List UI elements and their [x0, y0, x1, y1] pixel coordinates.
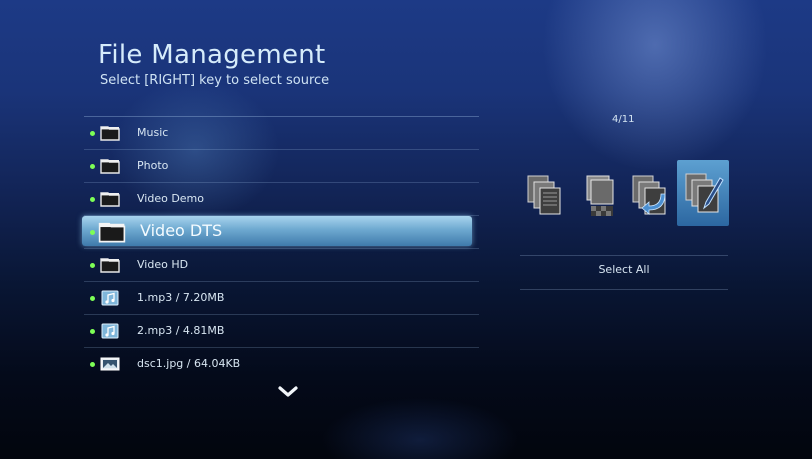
list-item-2-mp3[interactable]: 2.mp3 / 4.81MB: [84, 314, 479, 347]
file-list: Music Photo Video Demo Video DTS Video H…: [82, 116, 479, 380]
music-file-icon: [101, 290, 119, 306]
list-item-music[interactable]: Music: [84, 116, 479, 149]
list-item-dsc1-jpg[interactable]: dsc1.jpg / 64.04KB: [84, 347, 479, 380]
bullet-icon: [90, 131, 95, 136]
list-item-label: Video DTS: [140, 221, 223, 240]
page-counter: 4/11: [612, 114, 635, 125]
bullet-icon: [90, 296, 95, 301]
music-file-icon: [101, 323, 119, 339]
select-all-option[interactable]: Select All: [520, 263, 728, 276]
bullet-icon: [90, 197, 95, 202]
folder-icon: [100, 159, 120, 174]
bullet-icon: [90, 329, 95, 334]
image-file-icon: [100, 357, 120, 371]
copy-button[interactable]: [520, 160, 570, 226]
divider: [520, 289, 728, 290]
copy-icon: [527, 175, 561, 215]
page-subtitle: Select [RIGHT] key to select source: [100, 73, 330, 88]
list-item-label: Photo: [137, 159, 169, 172]
list-item-label: Music: [137, 126, 169, 139]
bullet-icon: [90, 362, 95, 367]
delete-icon: [586, 175, 614, 216]
file-management-screen: { "header": { "title": "File Management"…: [0, 0, 812, 459]
list-item-label: Video HD: [137, 258, 189, 271]
list-item-label: 2.mp3 / 4.81MB: [137, 324, 225, 337]
folder-icon: [100, 258, 120, 273]
divider: [520, 255, 728, 256]
folder-icon: [100, 126, 120, 141]
list-item-label: Video Demo: [137, 192, 204, 205]
move-button[interactable]: [625, 160, 675, 226]
list-item-label: dsc1.jpg / 64.04KB: [137, 357, 241, 370]
list-item-video-demo[interactable]: Video Demo: [84, 182, 479, 215]
chevron-down-icon[interactable]: [277, 385, 299, 399]
bullet-icon: [90, 230, 95, 235]
list-item-label: 1.mp3 / 7.20MB: [137, 291, 225, 304]
page-title: File Management: [98, 40, 326, 70]
list-item-video-hd[interactable]: Video HD: [84, 248, 479, 281]
folder-icon: [100, 192, 120, 207]
move-icon: [632, 175, 666, 215]
folder-icon: [98, 222, 126, 243]
list-item-photo[interactable]: Photo: [84, 149, 479, 182]
rename-icon: [685, 173, 724, 213]
rename-button[interactable]: [677, 160, 729, 226]
list-item-1-mp3[interactable]: 1.mp3 / 7.20MB: [84, 281, 479, 314]
bullet-icon: [90, 164, 95, 169]
delete-button[interactable]: [575, 160, 625, 226]
list-item-video-dts[interactable]: Video DTS: [82, 215, 479, 248]
bullet-icon: [90, 263, 95, 268]
